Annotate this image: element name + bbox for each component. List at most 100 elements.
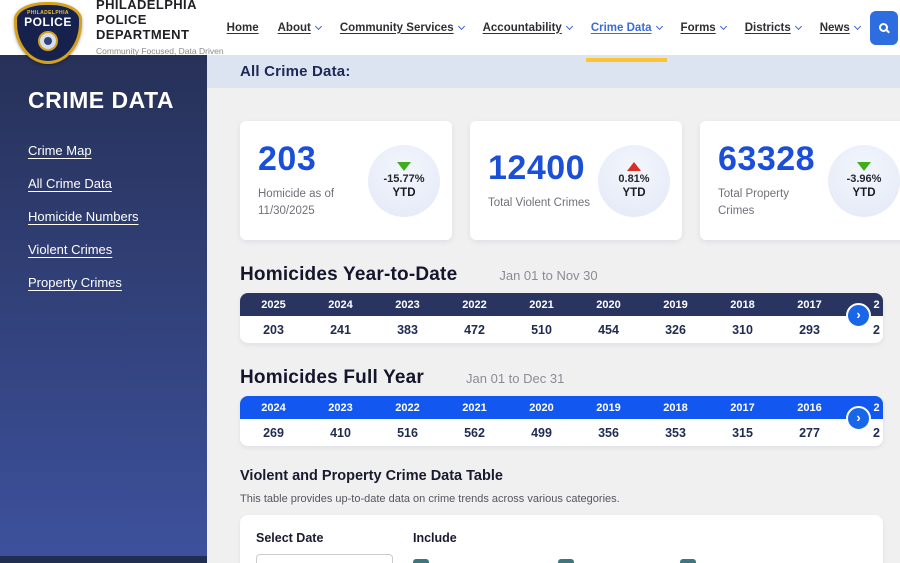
- nav-item-label: Crime Data: [590, 21, 652, 34]
- year-header-cell: 2021: [529, 298, 554, 311]
- ytd-section-subtitle: Jan 01 to Nov 30: [499, 268, 598, 283]
- nav-item-forms[interactable]: Forms: [680, 21, 727, 34]
- checkbox-checked-icon: ✓: [558, 559, 575, 563]
- value-cell: 383: [397, 322, 418, 337]
- value-cell: 326: [665, 322, 686, 337]
- chevron-down-icon: [719, 22, 727, 30]
- sidebar: CRIME DATA Crime Map All Crime Data Homi…: [0, 55, 207, 563]
- top-header: PHILADELPHIA POLICE PHILADELPHIA POLICE …: [0, 0, 900, 64]
- nav-item-home[interactable]: Home: [227, 22, 259, 34]
- sidebar-item-property-crimes[interactable]: Property Crimes: [0, 266, 207, 299]
- nav-item-districts[interactable]: Districts: [744, 21, 802, 34]
- sidebar-footer-strip: [0, 556, 207, 563]
- year-header-cell: 2024: [261, 401, 286, 414]
- value-cell: 410: [330, 425, 351, 440]
- nav-item-about[interactable]: About: [277, 21, 322, 34]
- triangle-down-icon: [397, 162, 411, 171]
- stat-cards-row: 203 Homicide as of 11/30/2025 -15.77% YT…: [240, 121, 900, 240]
- chevron-right-icon: ›: [856, 307, 861, 322]
- nav-item-label: Accountability: [482, 21, 562, 34]
- nav-item-accountability[interactable]: Accountability: [482, 21, 573, 34]
- value-cell: 562: [464, 425, 485, 440]
- checkbox-past-28-days[interactable]: ✓ PAST 28 DAYS: [558, 559, 657, 563]
- nav-item-label: Home: [226, 21, 259, 34]
- chevron-down-icon: [314, 22, 322, 30]
- nav-item-community-services[interactable]: Community Services: [340, 22, 465, 34]
- nav-item-crime-data[interactable]: Crime Data: [585, 21, 667, 62]
- crime-table-section-description: This table provides up-to-date data on c…: [240, 493, 620, 505]
- nav-item-label: Forms: [680, 21, 716, 34]
- full-year-section-title: Homicides Full Year: [240, 367, 425, 388]
- year-header-cell: 2020: [596, 298, 621, 311]
- sidebar-item-all-crime-data[interactable]: All Crime Data: [0, 167, 207, 200]
- year-header-cell: 2022: [395, 401, 420, 414]
- year-header-cell: 2017: [797, 298, 822, 311]
- brand-line1: PHILADELPHIA: [96, 0, 197, 12]
- year-header-cell: 2019: [663, 298, 688, 311]
- nav-item-label: Districts: [744, 21, 791, 34]
- page-title: All Crime Data:: [240, 63, 351, 80]
- ytd-homicides-table: 2025 2024 2023 2022 2021 2020 2019 2018 …: [240, 293, 883, 343]
- year-header-cell: 2023: [395, 298, 420, 311]
- checkbox-row: ✓ PAST TWO WEEKS ✓ PAST 28 DAYS ✓ YEAR T…: [413, 559, 782, 563]
- value-cell: 310: [732, 322, 753, 337]
- stat-card-violent-crimes: 12400 Total Violent Crimes 0.81% YTD: [470, 121, 682, 240]
- sidebar-item-violent-crimes[interactable]: Violent Crimes: [0, 233, 207, 266]
- nav-item-news[interactable]: News: [819, 21, 861, 34]
- stat-change: -15.77%: [383, 173, 425, 185]
- sidebar-item-crime-map[interactable]: Crime Map: [0, 134, 207, 167]
- brand-line2: POLICE DEPARTMENT: [96, 11, 190, 42]
- nav-item-label: News: [819, 21, 850, 34]
- crime-table-section-title: Violent and Property Crime Data Table: [240, 468, 503, 484]
- ytd-table-next-button[interactable]: ›: [846, 303, 871, 328]
- full-year-table-next-button[interactable]: ›: [846, 406, 871, 431]
- stat-value: 63328: [718, 140, 816, 178]
- chevron-down-icon: [565, 22, 573, 30]
- search-button[interactable]: [869, 10, 898, 45]
- triangle-up-icon: [627, 162, 641, 171]
- full-year-section-subtitle: Jan 01 to Dec 31: [466, 371, 565, 386]
- badge-shield: PHILADELPHIA POLICE: [14, 2, 82, 64]
- stat-period: YTD: [622, 187, 646, 199]
- year-header-cell: 2021: [462, 401, 487, 414]
- triangle-down-icon: [857, 162, 871, 171]
- ytd-table-header-row: 2025 2024 2023 2022 2021 2020 2019 2018 …: [240, 293, 883, 316]
- date-input[interactable]: [256, 554, 393, 563]
- main-nav: Home About Community Services Accountabi…: [227, 21, 861, 62]
- sidebar-item-homicide-numbers[interactable]: Homicide Numbers: [0, 200, 207, 233]
- full-year-table-header-row: 2024 2023 2022 2021 2020 2019 2018 2017 …: [240, 396, 883, 419]
- value-cell: 356: [598, 425, 619, 440]
- value-cell: 277: [799, 425, 820, 440]
- stat-change: -3.96%: [846, 173, 882, 185]
- full-year-section-header: Homicides Full Year Jan 01 to Dec 31: [240, 367, 900, 389]
- badge-emblem-icon: [38, 31, 58, 51]
- value-cell: 510: [531, 322, 552, 337]
- stat-period: YTD: [852, 187, 876, 199]
- stat-card-property-crimes: 63328 Total Property Crimes -3.96% YTD: [700, 121, 900, 240]
- select-date-label: Select Date: [256, 531, 324, 545]
- ytd-section-title: Homicides Year-to-Date: [240, 264, 458, 285]
- year-header-cell: 2022: [462, 298, 487, 311]
- year-header-cell: 2020: [529, 401, 554, 414]
- chevron-down-icon: [655, 22, 663, 30]
- year-header-cell: 2017: [730, 401, 755, 414]
- value-cell: 516: [397, 425, 418, 440]
- value-cell: 454: [598, 322, 619, 337]
- value-cell: 315: [732, 425, 753, 440]
- page-banner: All Crime Data:: [207, 55, 900, 88]
- checkbox-past-two-weeks[interactable]: ✓ PAST TWO WEEKS: [413, 559, 535, 563]
- crime-table-controls-card: Select Date Include ✓ PAST TWO WEEKS ✓ P…: [240, 515, 883, 563]
- nav-item-label: About: [277, 21, 311, 34]
- sidebar-nav: Crime Map All Crime Data Homicide Number…: [0, 134, 207, 299]
- chevron-down-icon: [853, 22, 861, 30]
- badge-main-text: POLICE: [24, 15, 72, 29]
- select-date-group: Select Date: [256, 531, 393, 563]
- checkbox-year-to-date[interactable]: ✓ YEAR TO DATE: [679, 559, 783, 563]
- year-header-cell: 2025: [261, 298, 286, 311]
- police-badge-logo[interactable]: PHILADELPHIA POLICE: [14, 2, 84, 66]
- value-cell: 241: [330, 322, 351, 337]
- chevron-down-icon: [794, 22, 802, 30]
- include-group: Include ✓ PAST TWO WEEKS ✓ PAST 28 DAYS …: [413, 531, 782, 563]
- year-header-cell: 2024: [328, 298, 353, 311]
- chevron-right-icon: ›: [856, 410, 861, 425]
